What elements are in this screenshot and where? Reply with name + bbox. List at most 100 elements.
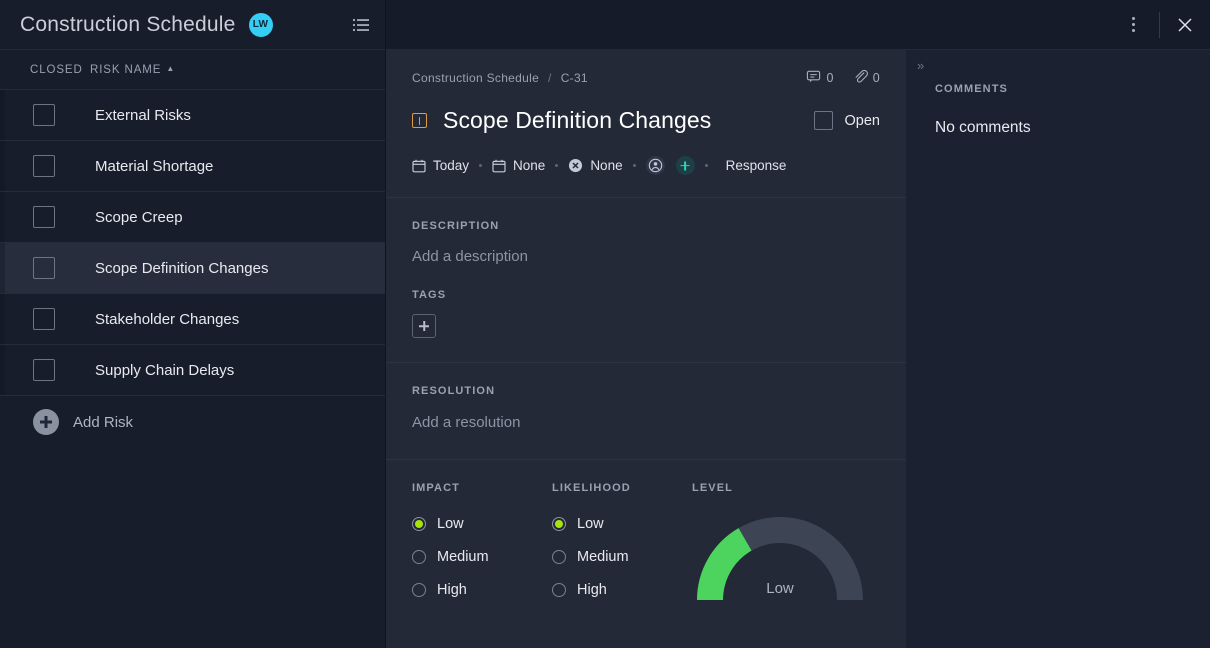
likelihood-option[interactable]: High	[552, 582, 692, 598]
list-view-icon[interactable]	[351, 15, 371, 35]
start-date-field[interactable]: Today	[412, 158, 469, 173]
risk-row-label: Material Shortage	[95, 158, 213, 175]
risk-closed-checkbox[interactable]	[33, 104, 55, 126]
comments-title: COMMENTS	[935, 83, 1210, 95]
risk-row-label: Stakeholder Changes	[95, 311, 239, 328]
likelihood-column: LIKELIHOOD LowMediumHigh	[552, 482, 692, 603]
column-header-risk-name[interactable]: RISK NAME ▲	[90, 64, 175, 76]
risk-row[interactable]: Scope Definition Changes	[0, 243, 385, 294]
collapse-comments-icon[interactable]: »	[917, 58, 923, 73]
radio-icon[interactable]	[412, 550, 426, 564]
detail-content: Construction Schedule / C-31	[386, 50, 1210, 648]
plus-icon	[33, 409, 59, 435]
likelihood-option[interactable]: Medium	[552, 549, 692, 565]
impact-option[interactable]: Low	[412, 516, 552, 532]
likelihood-option-label: Medium	[577, 549, 629, 565]
description-input[interactable]: Add a description	[412, 248, 880, 265]
calendar-icon	[492, 159, 506, 173]
comment-icon[interactable]	[806, 69, 821, 87]
risk-closed-checkbox[interactable]	[33, 359, 55, 381]
risk-list-sidebar: Construction Schedule LW CLOSED RISK NAM…	[0, 0, 386, 648]
kebab-menu-icon[interactable]	[1123, 15, 1143, 35]
column-header-risk-name-label: RISK NAME	[90, 64, 161, 76]
risk-row[interactable]: Supply Chain Delays	[0, 345, 385, 396]
response-button[interactable]: Response	[726, 158, 787, 173]
impact-column: IMPACT Low Medium High	[412, 482, 552, 603]
add-risk-button[interactable]: Add Risk	[0, 396, 385, 448]
detail-pane: Construction Schedule / C-31	[386, 0, 1210, 648]
risk-closed-checkbox[interactable]	[33, 155, 55, 177]
risk-closed-checkbox[interactable]	[33, 206, 55, 228]
meta-separator-dot	[479, 164, 482, 167]
breadcrumb-risk-id[interactable]: C-31	[561, 71, 588, 85]
risk-warning-icon	[412, 113, 427, 128]
open-status-toggle[interactable]: Open	[814, 111, 880, 130]
ratings-section: IMPACT LowMediumHigh LIKELIHOOD LowMediu…	[386, 460, 906, 603]
level-gauge: Low	[692, 508, 868, 603]
risk-closed-checkbox[interactable]	[33, 308, 55, 330]
status-field[interactable]: None	[568, 158, 622, 173]
meta-separator-dot	[705, 164, 708, 167]
avatar[interactable]: LW	[249, 13, 273, 37]
calendar-icon	[412, 159, 426, 173]
risk-row[interactable]: Scope Creep	[0, 192, 385, 243]
description-section: DESCRIPTION Add a description	[386, 198, 906, 289]
likelihood-radio-group: Low Medium High	[552, 516, 692, 598]
due-date-value: None	[513, 158, 545, 173]
comments-empty-state: No comments	[935, 119, 1210, 137]
impact-option[interactable]: High	[412, 582, 552, 598]
attachment-count: 0	[873, 71, 880, 85]
risk-row-list: External Risks Material Shortage Scope Cre…	[0, 90, 385, 396]
breadcrumb: Construction Schedule / C-31	[412, 50, 880, 87]
impact-radio-group: Low Medium High	[412, 516, 552, 598]
due-date-field[interactable]: None	[492, 158, 545, 173]
impact-option[interactable]: Medium	[412, 549, 552, 565]
x-circle-icon	[568, 158, 583, 173]
app-window: Construction Schedule LW CLOSED RISK NAM…	[0, 0, 1210, 648]
add-tag-button[interactable]	[412, 314, 436, 338]
impact-option-label: Medium	[437, 549, 489, 565]
comments-body: COMMENTS No comments	[907, 50, 1210, 137]
risk-row[interactable]: Material Shortage	[0, 141, 385, 192]
risk-row[interactable]: External Risks	[0, 90, 385, 141]
description-label: DESCRIPTION	[412, 220, 880, 232]
radio-icon[interactable]	[412, 583, 426, 597]
risk-detail-card: Construction Schedule / C-31	[386, 50, 907, 648]
risk-row-label: External Risks	[95, 107, 191, 124]
likelihood-option[interactable]: Low	[552, 516, 692, 532]
risk-row[interactable]: Stakeholder Changes	[0, 294, 385, 345]
radio-icon[interactable]	[412, 517, 426, 531]
sidebar-header: Construction Schedule LW	[0, 0, 385, 50]
breadcrumb-counts: 0 0	[806, 69, 880, 87]
column-header-closed[interactable]: CLOSED	[0, 64, 90, 76]
open-checkbox[interactable]	[814, 111, 833, 130]
toolbar-divider	[1159, 12, 1160, 38]
risk-row-label: Supply Chain Delays	[95, 362, 234, 379]
assignee-avatar-icon[interactable]	[646, 156, 665, 175]
meta-separator-dot	[555, 164, 558, 167]
meta-separator-dot	[633, 164, 636, 167]
radio-icon[interactable]	[552, 550, 566, 564]
comments-panel: » COMMENTS No comments	[907, 50, 1210, 648]
list-column-header: CLOSED RISK NAME ▲	[0, 50, 385, 90]
risk-row-label: Scope Definition Changes	[95, 260, 268, 277]
close-icon[interactable]	[1176, 16, 1194, 34]
impact-option-label: Low	[437, 516, 464, 532]
paperclip-icon[interactable]	[853, 69, 868, 87]
kebab-dot	[1132, 17, 1135, 20]
risk-closed-checkbox[interactable]	[33, 257, 55, 279]
tags-label: TAGS	[412, 289, 880, 301]
impact-option-label: High	[437, 582, 467, 598]
title-row: Scope Definition Changes Open	[412, 87, 880, 134]
breadcrumb-separator: /	[548, 71, 552, 85]
add-assignee-button[interactable]	[676, 156, 695, 175]
kebab-dot	[1132, 29, 1135, 32]
sidebar-empty-space	[0, 448, 385, 648]
radio-icon[interactable]	[552, 517, 566, 531]
radio-icon[interactable]	[552, 583, 566, 597]
resolution-input[interactable]: Add a resolution	[412, 414, 880, 431]
comment-count: 0	[826, 71, 833, 85]
impact-label: IMPACT	[412, 482, 552, 494]
resolution-section: RESOLUTION Add a resolution	[386, 363, 906, 459]
breadcrumb-project[interactable]: Construction Schedule	[412, 71, 539, 85]
